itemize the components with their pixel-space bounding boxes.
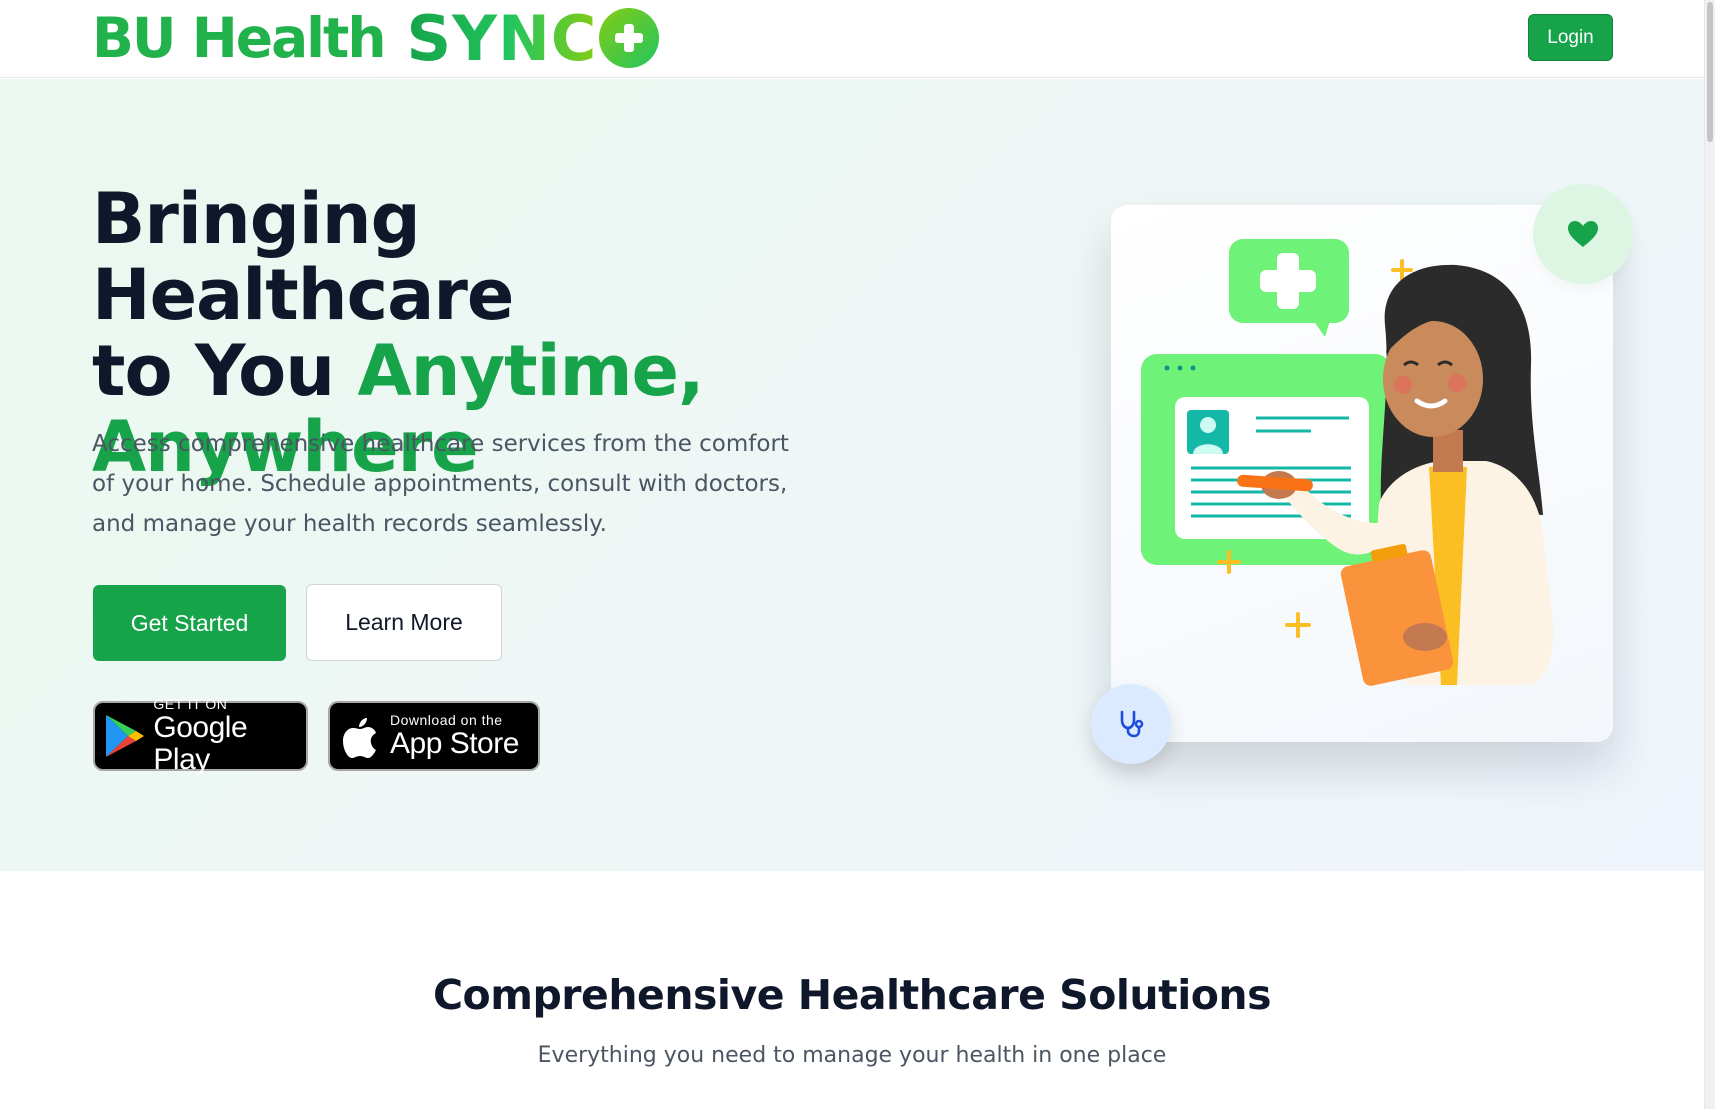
- top-navbar: BU Health SYNC Login: [0, 0, 1704, 78]
- heart-icon: [1533, 184, 1633, 284]
- brand-logo[interactable]: BU Health SYNC: [92, 1, 660, 75]
- google-play-icon: [101, 712, 147, 760]
- google-play-badge[interactable]: GET IT ON Google Play: [93, 696, 308, 776]
- scrollbar-thumb[interactable]: [1707, 2, 1713, 142]
- login-button[interactable]: Login: [1528, 14, 1613, 61]
- hero-title-line2: to You: [92, 330, 358, 412]
- doctor-illustration: [1141, 239, 1554, 686]
- hero-description: Access comprehensive healthcare services…: [92, 431, 789, 537]
- plus-circle-icon: [599, 8, 660, 68]
- brand-sync-wordmark: SYNC: [406, 1, 598, 75]
- doctor-illustration-card: [1111, 205, 1613, 742]
- hero-section: Bringing Healthcare to You Anytime, Anyw…: [0, 79, 1704, 871]
- hero-title-line1: Bringing Healthcare: [92, 178, 514, 336]
- app-store-small-text: Download on the: [390, 712, 503, 728]
- app-store-text: Download on the App Store: [390, 712, 519, 760]
- google-play-big-text: Google Play: [153, 711, 248, 776]
- solutions-title: Comprehensive Healthcare Solutions: [432, 971, 1272, 1019]
- stethoscope-icon: [1091, 684, 1171, 764]
- apple-icon: [336, 712, 384, 760]
- app-store-badge[interactable]: Download on the App Store: [328, 701, 540, 771]
- learn-more-button[interactable]: Learn More: [306, 584, 502, 661]
- google-play-small-text: GET IT ON: [153, 696, 228, 712]
- brand-name: BU Health: [92, 6, 386, 70]
- get-started-button[interactable]: Get Started: [93, 585, 286, 661]
- app-store-big-text: App Store: [390, 727, 519, 760]
- google-play-text: GET IT ON Google Play: [153, 696, 306, 776]
- hero-title-accent-anytime: Anytime,: [357, 330, 704, 412]
- page-scrollbar[interactable]: [1704, 0, 1715, 1109]
- solutions-subtitle: Everything you need to manage your healt…: [537, 1043, 1167, 1068]
- solutions-section: Comprehensive Healthcare Solutions Every…: [0, 871, 1704, 1109]
